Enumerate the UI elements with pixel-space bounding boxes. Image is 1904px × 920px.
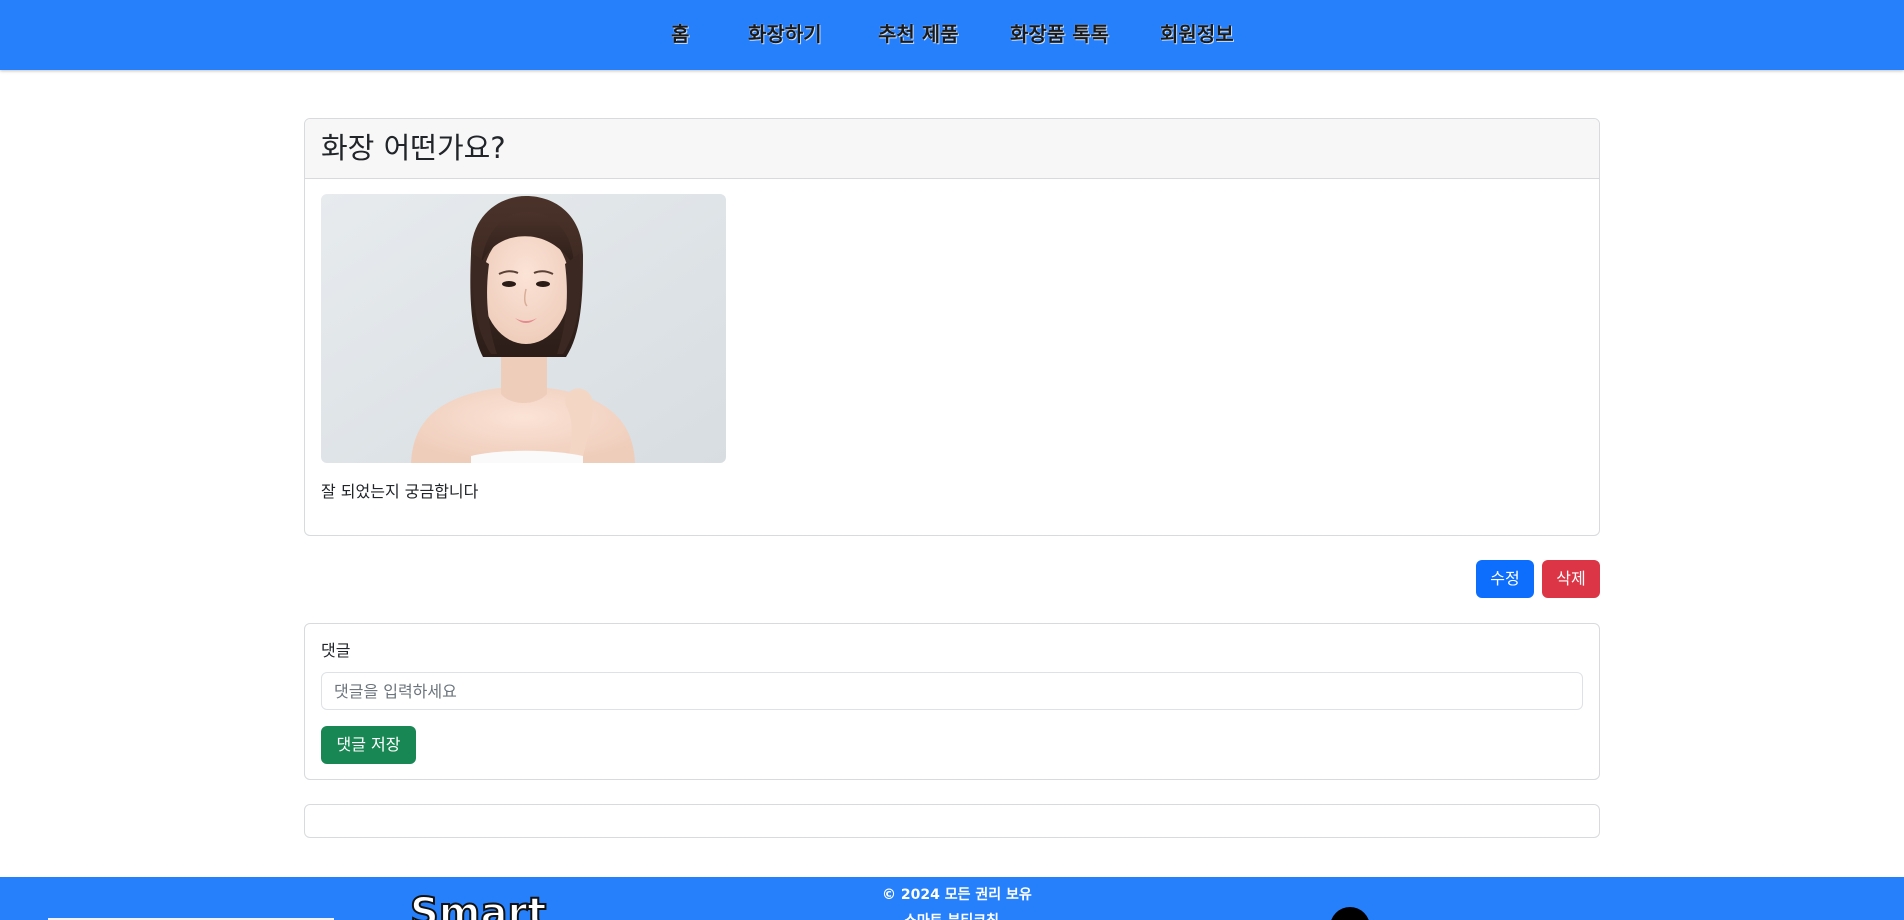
post-photo xyxy=(321,194,726,463)
portrait-image xyxy=(321,194,726,463)
save-comment-button[interactable]: 댓글 저장 xyxy=(321,726,416,764)
top-navbar: 홈 화장하기 추천 제품 화장품 톡톡 회원정보 xyxy=(0,0,1904,70)
comment-list xyxy=(304,804,1600,838)
post-card: 화장 어떤가요? 잘 되었는지 궁금합니다 xyxy=(304,118,1600,536)
edit-button[interactable]: 수정 xyxy=(1476,560,1534,598)
footer-copyright: © 2024 모든 권리 보유 xyxy=(882,887,1032,903)
delete-button[interactable]: 삭제 xyxy=(1542,560,1600,598)
social-icon[interactable] xyxy=(1330,907,1370,920)
post-body: 잘 되었는지 궁금합니다 xyxy=(321,482,479,501)
nav-item-cosmetics-talk[interactable]: 화장품 톡톡 xyxy=(1010,20,1109,48)
nav-item-makeup[interactable]: 화장하기 xyxy=(748,20,822,48)
post-title: 화장 어떤가요? xyxy=(321,131,506,165)
nav-item-member-info[interactable]: 회원정보 xyxy=(1160,20,1234,48)
nav-item-recommended-products[interactable]: 추천 제품 xyxy=(878,20,959,48)
comment-input[interactable] xyxy=(321,672,1583,710)
footer-subtext: 스마트 뷰티코칭 xyxy=(904,912,999,920)
comment-form-card: 댓글 댓글 저장 xyxy=(304,623,1600,780)
footer-logo: Smart xyxy=(409,890,547,920)
nav-item-home[interactable]: 홈 xyxy=(671,20,689,48)
comment-label: 댓글 xyxy=(321,641,351,660)
footer: Smart © 2024 모든 권리 보유 스마트 뷰티코칭 xyxy=(0,877,1904,920)
post-card-header: 화장 어떤가요? xyxy=(305,119,1599,179)
